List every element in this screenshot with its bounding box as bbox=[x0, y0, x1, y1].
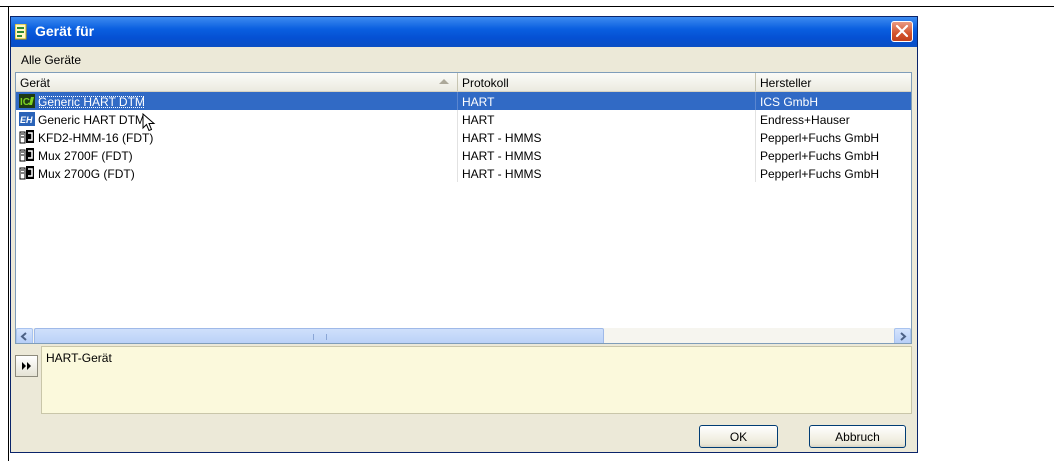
filter-label[interactable]: Alle Geräte bbox=[21, 53, 81, 67]
protocol-cell: HART bbox=[458, 110, 756, 128]
description-area: HART-Gerät bbox=[15, 346, 912, 414]
expand-description-button[interactable] bbox=[15, 355, 38, 377]
manufacturer-cell: ICS GmbH bbox=[756, 92, 911, 110]
device-cell: Mux 2700F (FDT) bbox=[16, 146, 458, 164]
device-cell: KFD2-HMM-16 (FDT) bbox=[16, 128, 458, 146]
scroll-right-button[interactable] bbox=[894, 328, 911, 343]
column-header-label: Protokoll bbox=[462, 76, 509, 90]
device-cell: Generic HART DTM bbox=[16, 110, 458, 128]
column-header-label: Hersteller bbox=[760, 76, 812, 90]
window-title: Gerät für bbox=[35, 23, 95, 39]
double-chevron-right-icon bbox=[22, 362, 31, 370]
protocol-cell: HART - HMMS bbox=[458, 146, 756, 164]
list-header: Gerät Protokoll Hersteller bbox=[16, 73, 911, 92]
ok-button[interactable]: OK bbox=[699, 425, 778, 448]
manufacturer-cell: Pepperl+Fuchs GmbH bbox=[756, 164, 911, 182]
grip-icon bbox=[313, 334, 327, 340]
table-row[interactable]: IC Generic HART DTM HART ICS GmbH bbox=[16, 92, 911, 110]
sort-ascending-icon bbox=[439, 79, 449, 84]
cancel-button[interactable]: Abbruch bbox=[809, 425, 906, 448]
column-header-device[interactable]: Gerät bbox=[16, 73, 458, 91]
device-cell: Generic HART DTM bbox=[16, 92, 458, 110]
column-header-protocol[interactable]: Protokoll bbox=[458, 73, 756, 91]
horizontal-scrollbar[interactable] bbox=[16, 328, 911, 343]
title-bar[interactable]: Gerät für bbox=[11, 17, 917, 47]
page-left-rule bbox=[8, 6, 9, 461]
table-row[interactable]: Mux 2700F (FDT) HART - HMMS Pepperl+Fuch… bbox=[16, 146, 911, 164]
mouse-cursor-icon bbox=[142, 113, 156, 132]
manufacturer-cell: Endress+Hauser bbox=[756, 110, 911, 128]
protocol-cell: HART - HMMS bbox=[458, 164, 756, 182]
chevron-right-icon bbox=[900, 332, 907, 341]
page-top-rule bbox=[0, 6, 1054, 7]
manufacturer-cell: Pepperl+Fuchs GmbH bbox=[756, 146, 911, 164]
manufacturer-cell: Pepperl+Fuchs GmbH bbox=[756, 128, 911, 146]
document-icon bbox=[15, 24, 27, 40]
device-cell: Mux 2700G (FDT) bbox=[16, 164, 458, 182]
protocol-cell: HART bbox=[458, 92, 756, 110]
scroll-left-button[interactable] bbox=[16, 328, 33, 343]
column-header-label: Gerät bbox=[20, 76, 51, 90]
chevron-left-icon bbox=[20, 332, 27, 341]
scrollbar-thumb[interactable] bbox=[34, 328, 604, 343]
close-button[interactable] bbox=[891, 21, 913, 42]
table-row[interactable]: Mux 2700G (FDT) HART - HMMS Pepperl+Fuch… bbox=[16, 164, 911, 182]
device-dialog: Gerät für Alle Geräte Gerät Protokoll He… bbox=[10, 16, 918, 453]
device-name: Generic HART DTM bbox=[38, 95, 145, 109]
close-icon bbox=[895, 24, 909, 38]
column-header-manufacturer[interactable]: Hersteller bbox=[756, 73, 911, 91]
description-text: HART-Gerät bbox=[46, 351, 112, 365]
protocol-cell: HART - HMMS bbox=[458, 128, 756, 146]
description-box: HART-Gerät bbox=[41, 346, 912, 414]
